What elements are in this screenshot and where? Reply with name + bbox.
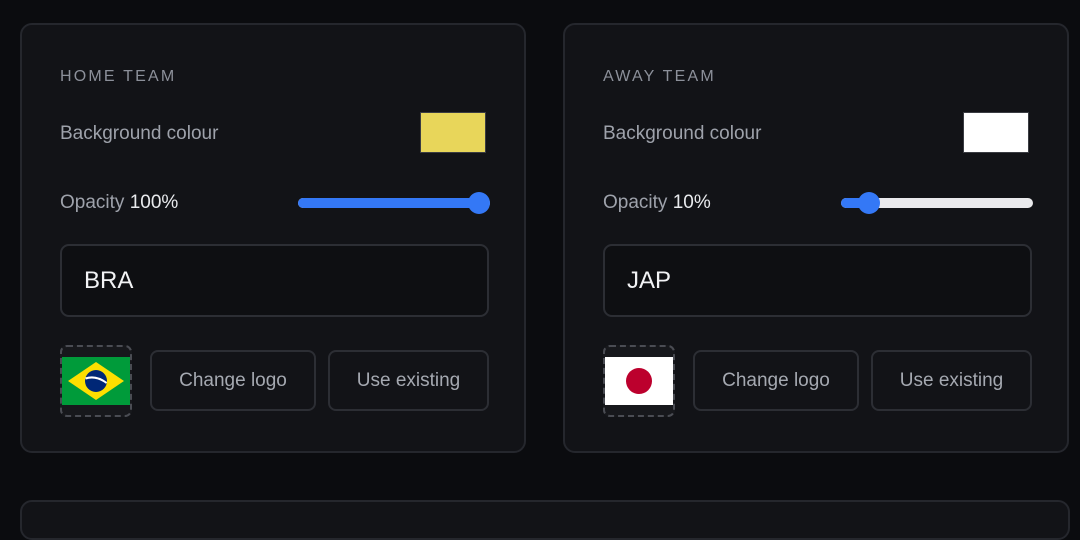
slider-thumb[interactable] [468, 192, 490, 214]
opacity-slider[interactable] [841, 190, 1033, 216]
panel-title: HOME TEAM [60, 68, 177, 85]
team-logo[interactable] [603, 345, 675, 417]
opacity-label: Opacity 10% [603, 192, 711, 214]
opacity-label: Opacity 100% [60, 192, 178, 214]
opacity-value: 100% [129, 192, 179, 213]
change-logo-button[interactable]: Change logo [150, 350, 316, 411]
away-team-panel: AWAY TEAM Background colour Opacity 10% … [563, 23, 1069, 453]
japan-flag-icon [605, 357, 673, 405]
background-colour-label: Background colour [603, 123, 762, 144]
background-colour-swatch[interactable] [963, 112, 1029, 153]
use-existing-button[interactable]: Use existing [871, 350, 1032, 411]
team-code-input[interactable] [60, 244, 489, 317]
team-code-input[interactable] [603, 244, 1032, 317]
use-existing-button[interactable]: Use existing [328, 350, 489, 411]
team-logo[interactable] [60, 345, 132, 417]
brazil-flag-icon [62, 357, 130, 405]
home-team-panel: HOME TEAM Background colour Opacity 100%… [20, 23, 526, 453]
opacity-value: 10% [672, 192, 711, 213]
background-colour-swatch[interactable] [420, 112, 486, 153]
opacity-label-text: Opacity [60, 192, 125, 213]
change-logo-button[interactable]: Change logo [693, 350, 859, 411]
panel-title: AWAY TEAM [603, 68, 716, 85]
background-colour-label: Background colour [60, 123, 219, 144]
next-panel [20, 500, 1070, 540]
slider-fill [298, 198, 479, 208]
opacity-slider[interactable] [298, 190, 490, 216]
opacity-label-text: Opacity [603, 192, 668, 213]
slider-thumb[interactable] [858, 192, 880, 214]
